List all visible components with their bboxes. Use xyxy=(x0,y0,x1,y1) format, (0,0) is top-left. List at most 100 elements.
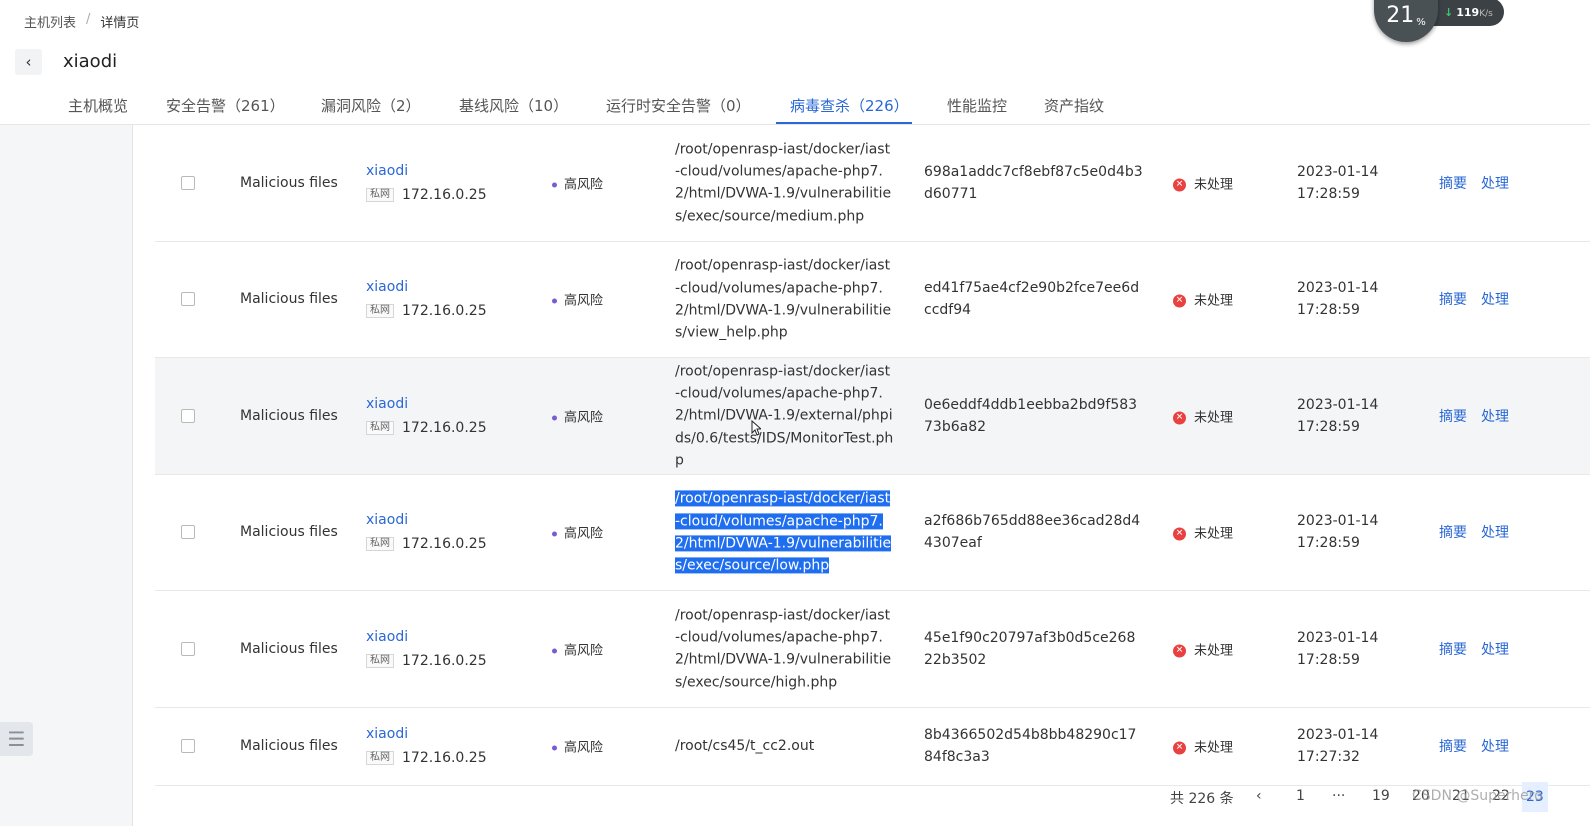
summary-button[interactable]: 摘要 xyxy=(1439,292,1467,308)
row-host-link[interactable]: xiaodi xyxy=(366,727,487,741)
row-clock: 17:28:59 xyxy=(1297,535,1360,552)
menu-toggle-button[interactable]: ☰ xyxy=(0,722,33,756)
row-checkbox[interactable] xyxy=(181,292,195,307)
summary-button[interactable]: 摘要 xyxy=(1439,176,1467,192)
row-host-link[interactable]: xiaodi xyxy=(366,397,487,411)
row-actions: 摘要 处理 xyxy=(1439,289,1523,309)
table-row[interactable]: Malicious files xiaodi 私网 172.16.0.25 高风险/ro… xyxy=(155,125,1590,242)
row-hash: a2f686b765dd88ee36cad28d44307eaf xyxy=(924,513,1141,552)
row-clock: 17:28:59 xyxy=(1297,418,1360,435)
row-file-path: /root/openrasp-iast/docker/iast-cloud/vo… xyxy=(675,604,895,693)
summary-button[interactable]: 摘要 xyxy=(1439,409,1467,425)
tab-host-overview[interactable]: 主机概览 xyxy=(68,95,128,116)
row-date: 2023-01-14 xyxy=(1297,629,1379,646)
row-clock: 17:28:59 xyxy=(1297,302,1360,319)
row-hash: 8b4366502d54b8bb48290c1784f8c3a3 xyxy=(924,727,1137,765)
row-status-label: 未处理 xyxy=(1194,177,1234,193)
tab-performance[interactable]: 性能监控 xyxy=(947,95,1007,116)
pagination-total: 共 226 条 xyxy=(1170,791,1234,807)
handle-button[interactable]: 处理 xyxy=(1481,409,1509,425)
close-circle-icon: ✕ xyxy=(1173,178,1186,192)
row-ip: 172.16.0.25 xyxy=(402,750,487,766)
risk-dot-icon xyxy=(552,298,557,304)
private-network-tag: 私网 xyxy=(366,187,394,202)
table-row[interactable]: Malicious files xiaodi 私网 172.16.0.25 高风险/ro… xyxy=(155,475,1590,591)
row-time: 2023-01-14 17:27:32 xyxy=(1297,724,1378,768)
summary-button[interactable]: 摘要 xyxy=(1439,739,1467,755)
row-date: 2023-01-14 xyxy=(1297,513,1379,530)
tab-vulnerability-risk[interactable]: 漏洞风险（2） xyxy=(321,95,421,116)
tab-virus-scan[interactable]: 病毒查杀（226） xyxy=(790,95,909,116)
table-row[interactable]: Malicious files xiaodi 私网 172.16.0.25 高风险/ro… xyxy=(155,708,1590,786)
row-clock: 17:27:32 xyxy=(1297,749,1360,765)
handle-button[interactable]: 处理 xyxy=(1481,642,1509,658)
pagination-prev[interactable]: ‹ xyxy=(1256,788,1262,804)
breadcrumb: 主机列表 / 详情页 xyxy=(24,12,139,31)
row-file-path: /root/openrasp-iast/docker/iast-cloud/vo… xyxy=(675,488,895,577)
row-actions: 摘要 处理 xyxy=(1439,406,1523,426)
row-type: Malicious files xyxy=(240,640,338,657)
risk-dot-icon xyxy=(552,648,557,654)
row-date: 2023-01-14 xyxy=(1297,727,1379,743)
row-file-path-text: /root/openrasp-iast/docker/iast-cloud/vo… xyxy=(675,257,892,341)
tab-baseline-risk[interactable]: 基线风险（10） xyxy=(459,95,568,116)
row-time: 2023-01-14 17:28:59 xyxy=(1297,277,1378,321)
mouse-cursor-icon xyxy=(751,420,761,436)
row-date: 2023-01-14 xyxy=(1297,163,1379,180)
breadcrumb-current: 详情页 xyxy=(100,16,140,31)
table-row[interactable]: Malicious files xiaodi 私网 172.16.0.25 高风险/ro… xyxy=(155,358,1590,475)
risk-dot-icon xyxy=(552,182,557,188)
row-host-link[interactable]: xiaodi xyxy=(366,164,487,178)
download-speed: ↓ 119K/s xyxy=(1444,6,1493,19)
handle-button[interactable]: 处理 xyxy=(1481,739,1509,755)
breadcrumb-host-list[interactable]: 主机列表 xyxy=(24,12,76,31)
close-circle-icon: ✕ xyxy=(1173,527,1186,541)
download-speed-value: 119 xyxy=(1456,6,1480,19)
row-host: xiaodi 私网 172.16.0.25 xyxy=(366,727,487,765)
row-file-path-text: /root/openrasp-iast/docker/iast-cloud/vo… xyxy=(675,141,892,225)
row-file-path-text: /root/openrasp-iast/docker/iast-cloud/vo… xyxy=(675,490,892,574)
tab-asset-fingerprint[interactable]: 资产指纹 xyxy=(1044,95,1104,116)
tab-runtime-alerts[interactable]: 运行时安全告警（0） xyxy=(606,95,751,116)
row-ip: 172.16.0.25 xyxy=(402,536,487,553)
row-host-link[interactable]: xiaodi xyxy=(366,280,487,294)
row-risk: 高风险 xyxy=(552,523,603,542)
close-circle-icon: ✕ xyxy=(1173,294,1186,308)
handle-button[interactable]: 处理 xyxy=(1481,176,1509,192)
row-status-label: 未处理 xyxy=(1194,410,1234,426)
row-host-link[interactable]: xiaodi xyxy=(366,630,487,644)
row-actions: 摘要 处理 xyxy=(1439,522,1523,542)
private-network-tag: 私网 xyxy=(366,751,394,765)
row-checkbox[interactable] xyxy=(181,175,195,190)
pagination-page-19[interactable]: 19 xyxy=(1372,788,1390,804)
back-button[interactable]: ‹ xyxy=(15,49,42,75)
risk-dot-icon xyxy=(552,745,557,751)
row-file-path-text: /root/cs45/t_cc2.out xyxy=(675,737,815,754)
breadcrumb-separator: / xyxy=(86,12,91,27)
row-ip: 172.16.0.25 xyxy=(402,186,487,203)
summary-button[interactable]: 摘要 xyxy=(1439,525,1467,541)
row-risk-label: 高风险 xyxy=(564,643,604,659)
cpu-percent: 21 xyxy=(1386,3,1415,28)
row-checkbox[interactable] xyxy=(181,408,195,423)
row-status: ✕ 未处理 xyxy=(1173,406,1233,425)
row-checkbox[interactable] xyxy=(181,525,195,540)
row-checkbox[interactable] xyxy=(181,739,195,753)
handle-button[interactable]: 处理 xyxy=(1481,292,1509,308)
pagination-page-1[interactable]: 1 xyxy=(1296,788,1305,804)
tab-security-alerts[interactable]: 安全告警（261） xyxy=(166,95,285,116)
row-host-link[interactable]: xiaodi xyxy=(366,513,487,527)
row-time: 2023-01-14 17:28:59 xyxy=(1297,627,1378,671)
table-row[interactable]: Malicious files xiaodi 私网 172.16.0.25 高风险/ro… xyxy=(155,591,1590,708)
row-status: ✕ 未处理 xyxy=(1173,173,1233,192)
summary-button[interactable]: 摘要 xyxy=(1439,642,1467,658)
private-network-tag: 私网 xyxy=(366,304,394,319)
handle-button[interactable]: 处理 xyxy=(1481,525,1509,541)
row-risk: 高风险 xyxy=(552,639,603,658)
row-clock: 17:28:59 xyxy=(1297,651,1360,668)
pagination-ellipsis[interactable]: ··· xyxy=(1332,788,1345,804)
row-checkbox[interactable] xyxy=(181,641,195,656)
arrow-down-icon: ↓ xyxy=(1444,6,1454,19)
row-ip: 172.16.0.25 xyxy=(402,652,487,669)
table-row[interactable]: Malicious files xiaodi 私网 172.16.0.25 高风险/ro… xyxy=(155,242,1590,358)
